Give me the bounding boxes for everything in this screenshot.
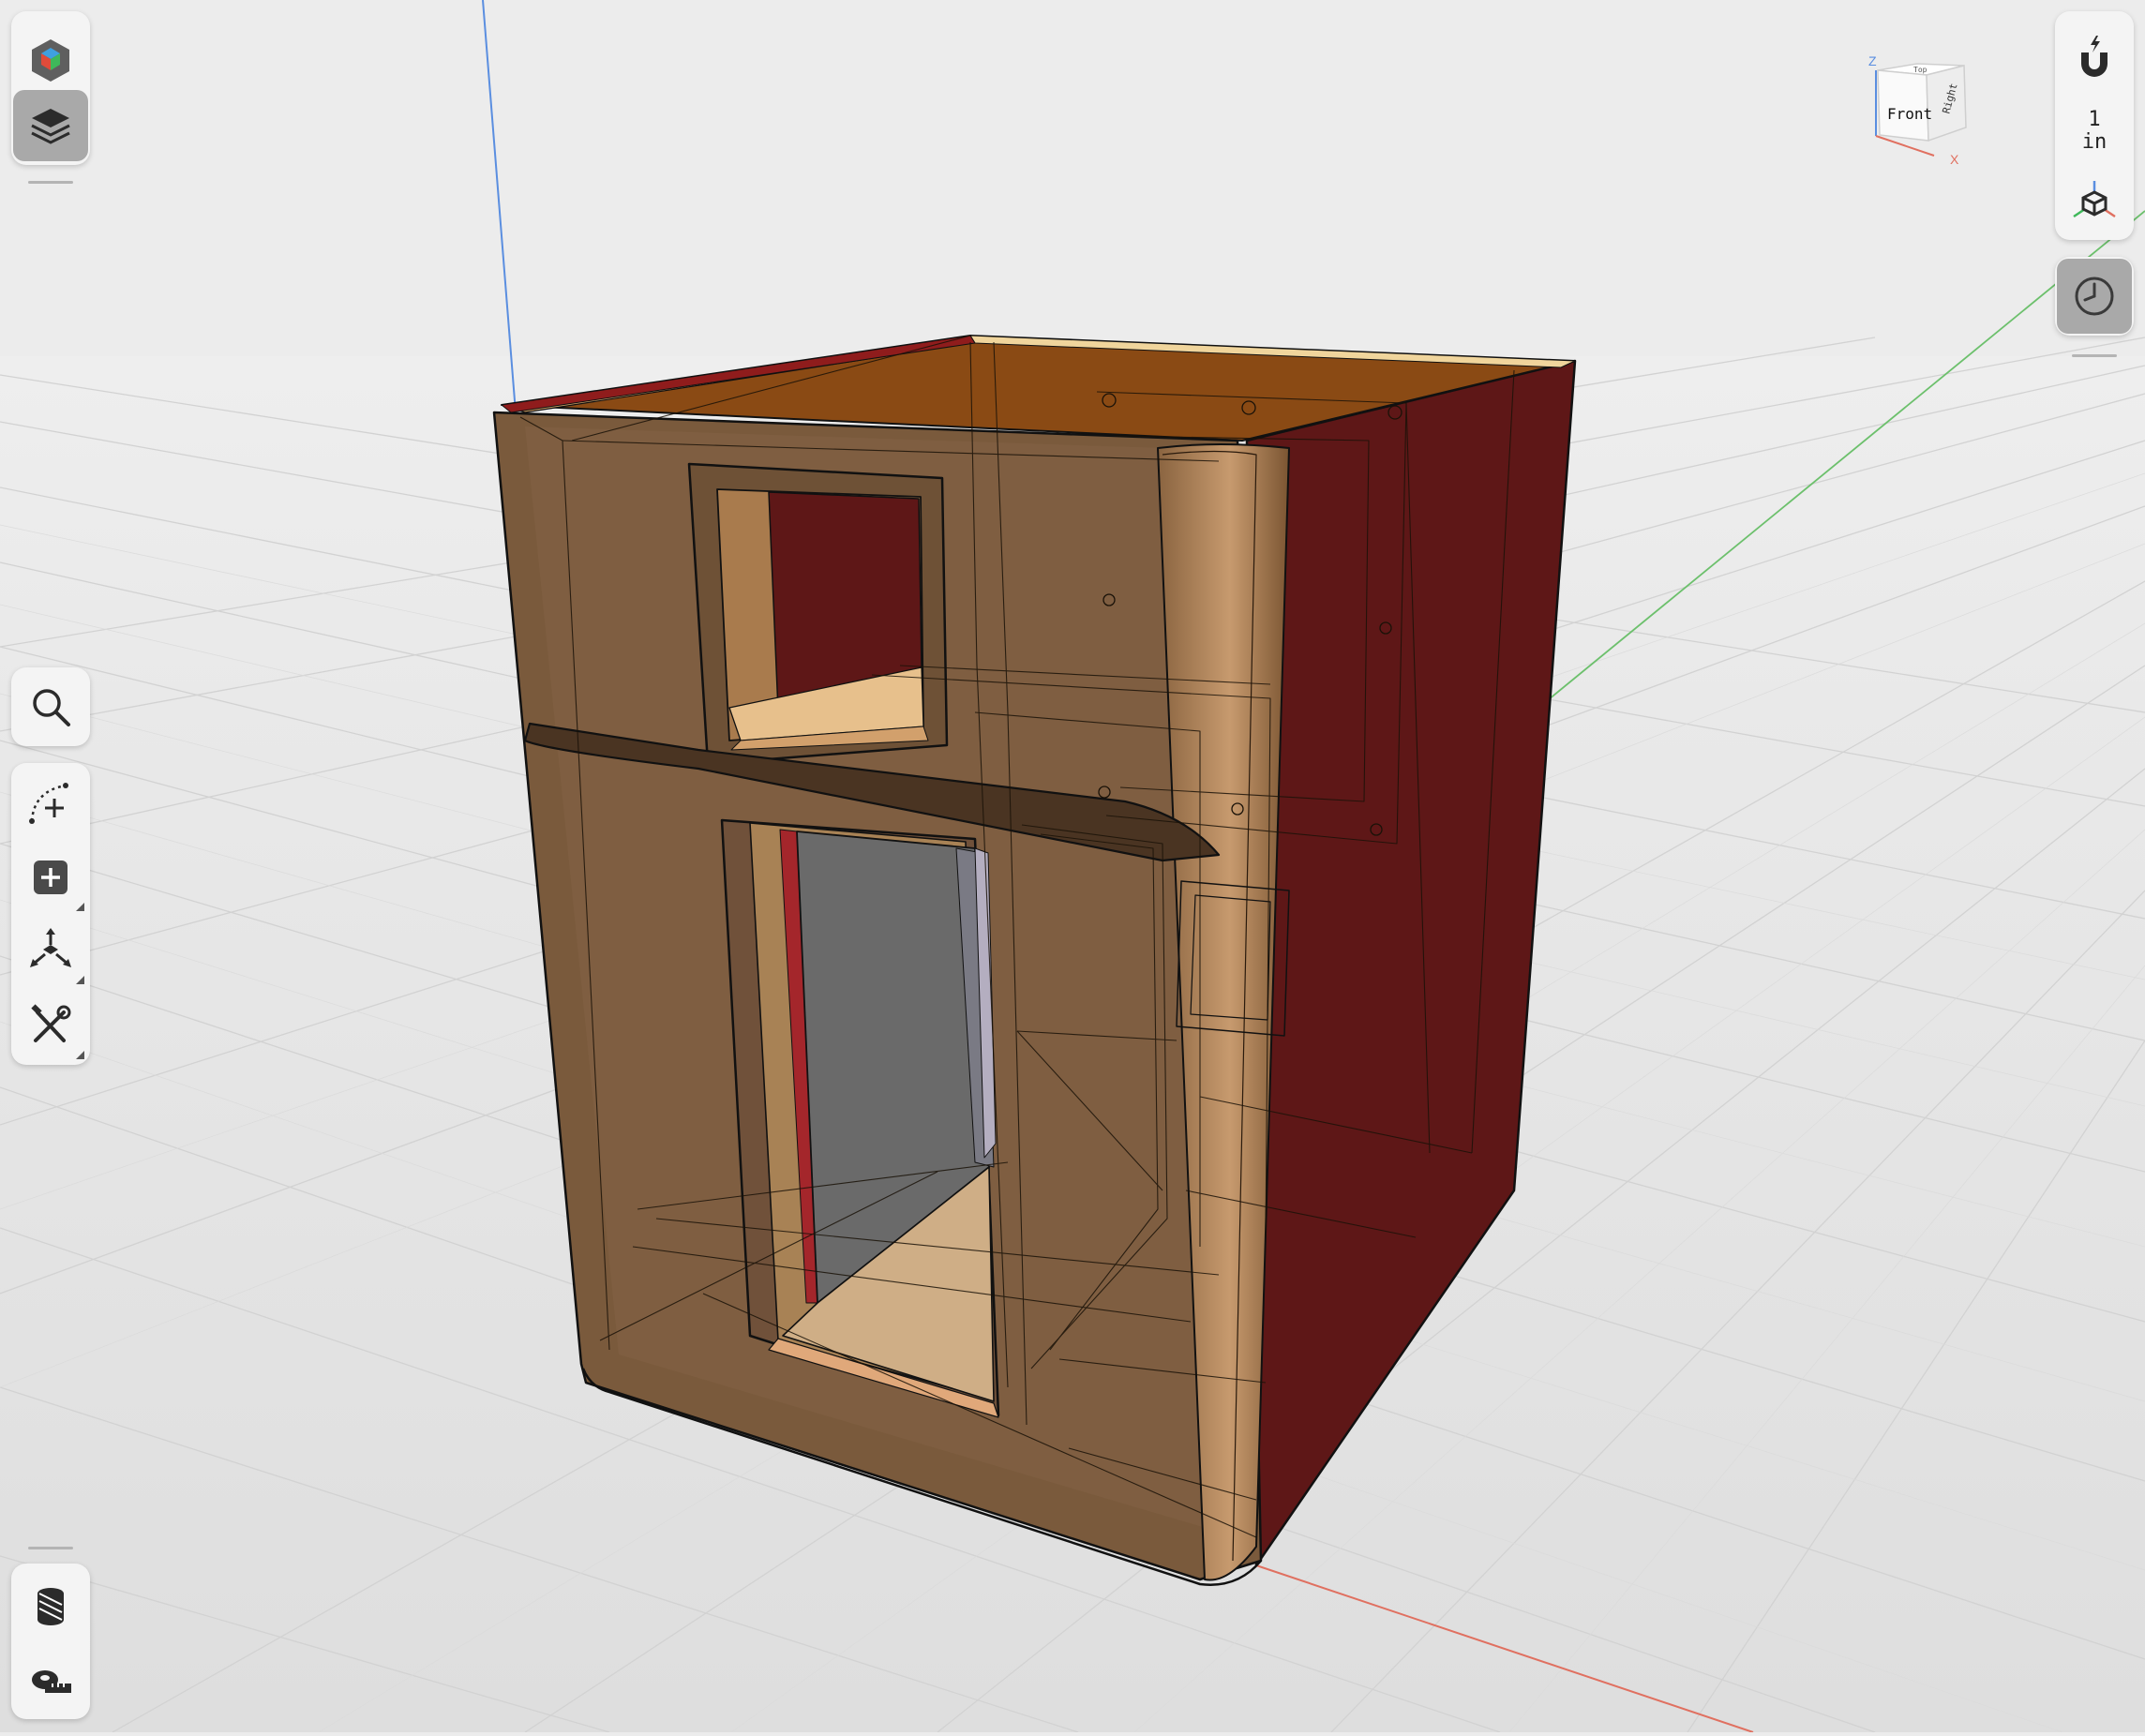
measure-tool[interactable] — [13, 1642, 88, 1717]
tools-tool-expand-corner — [76, 1051, 84, 1059]
snap-toggle[interactable] — [2057, 21, 2132, 96]
transform-icon — [30, 928, 71, 967]
section-tool[interactable] — [13, 1567, 88, 1642]
left-toolbar-divider-bottom — [28, 1547, 73, 1549]
sketch-tool[interactable] — [13, 765, 88, 840]
left-toolbar-bottom — [11, 1564, 90, 1719]
layers-icon — [31, 109, 70, 144]
history-tool[interactable] — [2057, 259, 2132, 334]
scale-unit: in — [2081, 130, 2108, 154]
layers-tool[interactable] — [13, 90, 88, 161]
view-orientation-icon — [2073, 181, 2116, 218]
right-toolbar-divider — [2072, 354, 2117, 357]
scale-readout[interactable]: 1 in — [2057, 105, 2132, 157]
tools-tool[interactable] — [13, 988, 88, 1063]
add-icon — [34, 861, 68, 894]
object-tool[interactable] — [13, 22, 88, 97]
measure-icon — [32, 1670, 71, 1693]
cube-z-label: Z — [1868, 53, 1877, 68]
cube-front-label: Front — [1887, 105, 1932, 123]
3d-viewport[interactable] — [0, 0, 2145, 1733]
right-toolbar: 1 in — [2055, 11, 2134, 240]
view-orientation-tool[interactable] — [2057, 169, 2132, 234]
tools-icon — [31, 1004, 71, 1042]
z-axis-line — [482, 0, 517, 413]
left-toolbar-main — [11, 763, 90, 1065]
left-toolbar-search — [11, 667, 90, 746]
cube-x-label: X — [1950, 152, 1959, 167]
snap-magnet-icon — [2081, 36, 2108, 77]
scene-canvas[interactable] — [0, 0, 2145, 1733]
cube-top-label: Top — [1913, 66, 1928, 74]
search-tool[interactable] — [13, 669, 88, 744]
left-toolbar-divider-top — [28, 181, 73, 184]
left-toolbar-top — [11, 11, 90, 165]
section-icon — [38, 1588, 64, 1625]
transform-tool-expand-corner — [76, 976, 84, 984]
transform-tool[interactable] — [13, 913, 88, 988]
right-toolbar-history — [2055, 257, 2134, 336]
search-icon — [33, 689, 70, 726]
history-clock-icon — [2075, 277, 2114, 316]
add-tool-expand-corner — [76, 903, 84, 911]
view-cube[interactable]: Front Right Top Z X — [1861, 47, 1983, 169]
add-tool[interactable] — [13, 840, 88, 915]
sketch-icon — [29, 783, 68, 824]
object-icon — [32, 39, 69, 82]
scale-value: 1 — [2088, 108, 2101, 131]
